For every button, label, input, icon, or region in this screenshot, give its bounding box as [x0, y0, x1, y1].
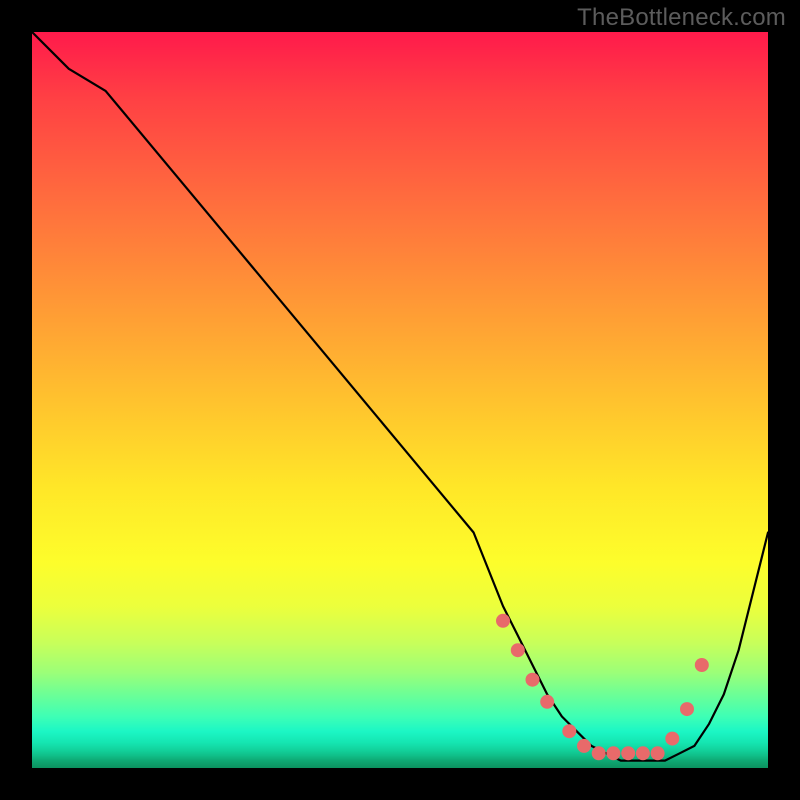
chart-frame: TheBottleneck.com — [0, 0, 800, 800]
highlight-dots-group — [496, 614, 709, 761]
highlight-dot — [577, 739, 591, 753]
highlight-dot — [621, 746, 635, 760]
curve-overlay — [32, 32, 768, 768]
highlight-dot — [651, 746, 665, 760]
highlight-dot — [636, 746, 650, 760]
plot-area — [32, 32, 768, 768]
highlight-dot — [695, 658, 709, 672]
highlight-dot — [606, 746, 620, 760]
highlight-dot — [511, 643, 525, 657]
highlight-dot — [540, 695, 554, 709]
highlight-dot — [562, 724, 576, 738]
bottleneck-curve-path — [32, 32, 768, 761]
highlight-dot — [665, 732, 679, 746]
highlight-dot — [526, 673, 540, 687]
highlight-dot — [592, 746, 606, 760]
highlight-dot — [496, 614, 510, 628]
watermark-text: TheBottleneck.com — [577, 4, 786, 32]
highlight-dot — [680, 702, 694, 716]
